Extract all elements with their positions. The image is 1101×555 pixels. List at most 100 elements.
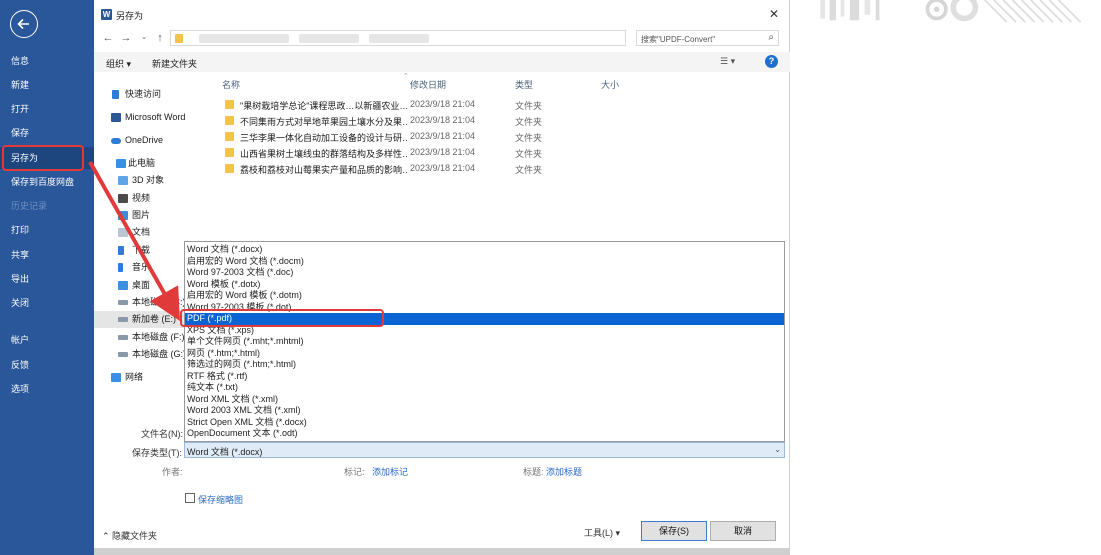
- file-type-option-rtf[interactable]: RTF 格式 (*.rtf): [185, 371, 784, 383]
- decorative-graphic: [820, 0, 1082, 23]
- backstage-close[interactable]: 关闭: [0, 292, 94, 314]
- backstage-open[interactable]: 打开: [0, 98, 94, 120]
- file-type: 文件夹: [515, 149, 543, 159]
- view-options-icon[interactable]: ☰ ▾: [720, 56, 735, 67]
- file-name: 荔枝和荔枝对山莓果实产量和品质的影响…: [240, 165, 408, 175]
- tools-menu[interactable]: 工具(L) ▾: [584, 526, 620, 539]
- nav-label: 下载: [132, 245, 151, 255]
- command-bar: 组织 ▾ 新建文件夹 ☰ ▾ ?: [94, 52, 790, 72]
- table-row[interactable]: 山西省果树土壤线虫的群落结构及多样性… 2023/9/18 21:04 文件夹: [120, 145, 698, 161]
- add-title-link[interactable]: 添加标题: [546, 465, 582, 478]
- file-date: 2023/9/18 21:04: [410, 147, 476, 157]
- annotation-highlight-save-as: [2, 145, 84, 171]
- forward-nav-icon[interactable]: →: [120, 30, 132, 46]
- column-name[interactable]: 名称: [222, 78, 240, 91]
- table-row[interactable]: 荔枝和荔枝对山莓果实产量和品质的影响… 2023/9/18 21:04 文件夹: [120, 161, 698, 177]
- nav-label: 本地磁盘 (C:): [132, 297, 186, 307]
- dialog-bottom-edge: [94, 548, 790, 555]
- nav-label: 网络: [125, 372, 144, 382]
- file-type-option-dotx[interactable]: Word 模板 (*.dotx): [185, 279, 784, 291]
- drive-icon: [118, 317, 128, 322]
- backstage-export[interactable]: 导出: [0, 268, 94, 290]
- file-type: 文件夹: [515, 133, 543, 143]
- nav-documents[interactable]: 文档: [94, 224, 212, 241]
- nav-videos[interactable]: 视频: [94, 190, 212, 207]
- sort-caret-icon: ⌃: [403, 73, 409, 80]
- back-arrow-icon: [17, 18, 29, 30]
- folder-icon: [225, 116, 234, 125]
- file-type: 文件夹: [515, 165, 543, 175]
- save-thumbnail-checkbox[interactable]: [185, 493, 195, 503]
- file-type-option-htm[interactable]: 网页 (*.htm;*.html): [185, 348, 784, 360]
- table-row[interactable]: 不同集雨方式对旱地苹果园土壤水分及果… 2023/9/18 21:04 文件夹: [120, 113, 698, 129]
- folder-icon: [225, 164, 234, 173]
- file-type-option-filtered-htm[interactable]: 筛选过的网页 (*.htm;*.html): [185, 359, 784, 371]
- help-icon[interactable]: ?: [765, 55, 778, 68]
- file-type-option-xml-2003[interactable]: Word 2003 XML 文档 (*.xml): [185, 405, 784, 417]
- file-type-option-strict-docx[interactable]: Strict Open XML 文档 (*.docx): [185, 417, 784, 429]
- column-size[interactable]: 大小: [601, 78, 619, 91]
- network-icon: [111, 373, 121, 382]
- backstage-save[interactable]: 保存: [0, 122, 94, 144]
- hide-folders-button[interactable]: ⌃ 隐藏文件夹: [102, 529, 157, 542]
- caret-down-icon: ▾: [613, 528, 621, 538]
- dialog-titlebar: W 另存为 ✕: [94, 0, 790, 28]
- redacted-path: [369, 34, 429, 43]
- download-icon: [118, 246, 124, 255]
- file-type-option-xml[interactable]: Word XML 文档 (*.xml): [185, 394, 784, 406]
- dialog-title: 另存为: [116, 11, 144, 21]
- file-type-option-odt[interactable]: OpenDocument 文本 (*.odt): [185, 428, 784, 440]
- new-folder-button[interactable]: 新建文件夹: [152, 57, 197, 70]
- file-type: 文件夹: [515, 117, 543, 127]
- backstage-options[interactable]: 选项: [0, 378, 94, 400]
- file-name: 山西省果树土壤线虫的群落结构及多样性…: [240, 149, 408, 159]
- file-date: 2023/9/18 21:04: [410, 131, 476, 141]
- save-type-value: Word 文档 (*.docx): [187, 447, 263, 457]
- file-date: 2023/9/18 21:04: [410, 99, 476, 109]
- save-as-dialog: W 另存为 ✕ ← → ⌄ ↑ ⌄ ↻ 搜索"UPDF-Convert" ⌕ 组…: [94, 0, 790, 555]
- back-nav-icon[interactable]: ←: [102, 30, 114, 46]
- search-input[interactable]: 搜索"UPDF-Convert" ⌕: [636, 30, 779, 46]
- save-button[interactable]: 保存(S): [641, 521, 707, 541]
- file-type-option-dotm[interactable]: 启用宏的 Word 模板 (*.dotm): [185, 290, 784, 302]
- column-type[interactable]: 类型: [515, 78, 533, 91]
- backstage-print[interactable]: 打印: [0, 219, 94, 241]
- address-bar[interactable]: ⌄ ↻: [170, 30, 701, 46]
- file-type-dropdown-list: Word 文档 (*.docx) 启用宏的 Word 文档 (*.docm) W…: [184, 241, 785, 442]
- nav-label: 音乐: [132, 262, 151, 272]
- save-type-select[interactable]: Word 文档 (*.docx) ⌄: [184, 442, 785, 458]
- nav-pictures[interactable]: 图片: [94, 207, 212, 224]
- backstage-new[interactable]: 新建: [0, 74, 94, 96]
- file-type-option-docx[interactable]: Word 文档 (*.docx): [185, 244, 784, 256]
- backstage-info[interactable]: 信息: [0, 50, 94, 72]
- recent-locations-icon[interactable]: ⌄: [138, 30, 150, 46]
- filename-label: 文件名(N):: [141, 429, 183, 439]
- file-type: 文件夹: [515, 101, 543, 111]
- tools-label: 工具(L): [584, 528, 613, 538]
- drive-icon: [118, 352, 128, 357]
- file-type-option-txt[interactable]: 纯文本 (*.txt): [185, 382, 784, 394]
- redacted-path: [199, 34, 289, 43]
- backstage-account[interactable]: 帐户: [0, 329, 94, 351]
- close-button[interactable]: ✕: [766, 6, 782, 22]
- picture-icon: [118, 211, 128, 220]
- file-type-option-mht[interactable]: 单个文件网页 (*.mht;*.mhtml): [185, 336, 784, 348]
- file-type-option-docm[interactable]: 启用宏的 Word 文档 (*.docm): [185, 256, 784, 268]
- file-type-option-doc[interactable]: Word 97-2003 文档 (*.doc): [185, 267, 784, 279]
- column-date[interactable]: 修改日期: [410, 78, 446, 91]
- backstage-feedback[interactable]: 反馈: [0, 354, 94, 376]
- table-row[interactable]: 三华李果一体化自动加工设备的设计与研… 2023/9/18 21:04 文件夹: [120, 129, 698, 145]
- nav-label: 本地磁盘 (G:): [132, 349, 186, 359]
- backstage-share[interactable]: 共享: [0, 244, 94, 266]
- back-button[interactable]: [10, 10, 38, 38]
- up-nav-icon[interactable]: ↑: [154, 30, 166, 46]
- nav-label: 图片: [132, 210, 151, 220]
- table-row[interactable]: "果树栽培学总论"课程思政…以新疆农业… 2023/9/18 21:04 文件夹: [120, 97, 698, 113]
- music-icon: [118, 263, 123, 272]
- backstage-save-to-baidu[interactable]: 保存到百度网盘: [0, 171, 94, 193]
- add-tag-link[interactable]: 添加标记: [372, 465, 408, 478]
- backstage-history: 历史记录: [11, 201, 48, 211]
- hide-folders-label: 隐藏文件夹: [112, 531, 158, 541]
- cancel-button[interactable]: 取消: [710, 521, 776, 541]
- organize-button[interactable]: 组织 ▾: [106, 57, 131, 70]
